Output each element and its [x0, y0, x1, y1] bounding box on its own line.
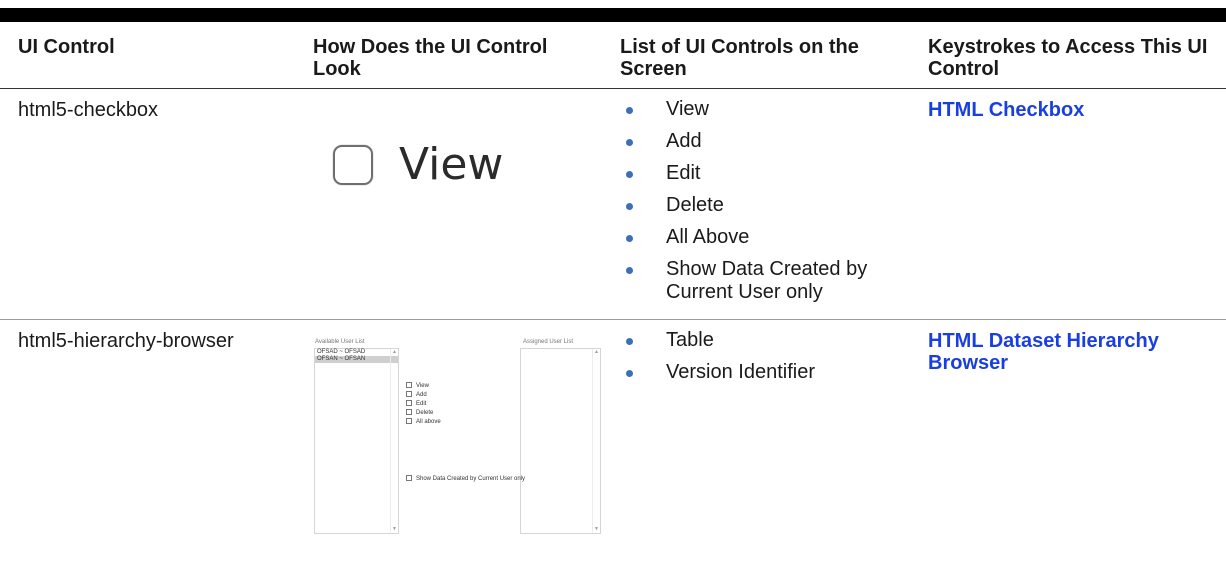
option-delete[interactable]: Delete: [406, 409, 433, 417]
list-item: Show Data Created by Current User only: [620, 258, 900, 304]
option-add[interactable]: Add: [406, 391, 427, 399]
keystroke-cell: HTML Dataset Hierarchy Browser: [910, 320, 1226, 547]
controls-list-cell: View Add Edit Delete All Above Show Data…: [602, 88, 910, 320]
checkbox-icon[interactable]: [406, 475, 412, 482]
header-list-of-controls: List of UI Controls on the Screen: [602, 22, 910, 89]
list-item: Table: [620, 329, 900, 352]
list-item: Edit: [620, 162, 900, 185]
scroll-down-icon[interactable]: ▼: [392, 527, 397, 532]
preview-cell: Available User List Assigned User List O…: [295, 320, 602, 547]
header-keystrokes: Keystrokes to Access This UI Control: [910, 22, 1226, 89]
table-row: html5-hierarchy-browser Available User L…: [0, 320, 1226, 547]
available-user-listbox[interactable]: OFSAD ~ OFSAD OFSAN ~ OFSAN ▲ ▼: [314, 348, 399, 534]
assigned-user-listbox[interactable]: ▲ ▼: [520, 348, 601, 534]
available-list-caption: Available User List: [315, 339, 365, 345]
option-label: Edit: [416, 401, 427, 407]
html-checkbox-link[interactable]: HTML Checkbox: [928, 99, 1084, 121]
list-item: Add: [620, 130, 900, 153]
ui-controls-table: UI Control How Does the UI Control Look …: [0, 22, 1226, 546]
checkbox-icon[interactable]: [406, 391, 412, 398]
option-label: Show Data Created by Current User only: [416, 476, 526, 482]
option-edit[interactable]: Edit: [406, 400, 426, 408]
option-label: Add: [416, 392, 427, 398]
list-item: View: [620, 98, 900, 121]
checkbox-icon[interactable]: [406, 418, 412, 425]
checkbox-icon[interactable]: [406, 409, 412, 416]
list-item: All Above: [620, 226, 900, 249]
header-row: UI Control How Does the UI Control Look …: [0, 22, 1226, 89]
header-ui-control: UI Control: [0, 22, 295, 89]
scroll-up-icon[interactable]: ▲: [392, 350, 397, 355]
keystroke-cell: HTML Checkbox: [910, 88, 1226, 320]
scroll-up-icon[interactable]: ▲: [594, 350, 599, 355]
scroll-down-icon[interactable]: ▼: [594, 527, 599, 532]
scrollbar[interactable]: ▲ ▼: [592, 349, 600, 533]
list-item[interactable]: OFSAD ~ OFSAD: [315, 349, 398, 356]
option-view[interactable]: View: [406, 382, 429, 390]
preview-cell: View: [295, 88, 602, 320]
list-item[interactable]: OFSAN ~ OFSAN: [315, 356, 398, 363]
table-header: UI Control How Does the UI Control Look …: [0, 22, 1226, 89]
checkbox-icon: [333, 145, 373, 185]
hierarchy-browser-preview: Available User List Assigned User List O…: [301, 330, 601, 534]
html-dataset-hierarchy-browser-link[interactable]: HTML Dataset Hierarchy Browser: [928, 330, 1159, 374]
option-all-above[interactable]: All above: [406, 418, 441, 426]
checkbox-icon[interactable]: [406, 400, 412, 407]
list-item: Delete: [620, 194, 900, 217]
checkbox-preview: View: [313, 99, 592, 289]
controls-list-cell: Table Version Identifier: [602, 320, 910, 547]
top-rule-bar: [0, 8, 1226, 22]
list-item: Version Identifier: [620, 361, 900, 384]
option-label: All above: [416, 419, 441, 425]
option-show-data-created[interactable]: Show Data Created by Current User only: [406, 475, 525, 483]
controls-list: Table Version Identifier: [620, 329, 900, 384]
header-how-look: How Does the UI Control Look: [295, 22, 602, 89]
checkbox-preview-label: View: [399, 139, 504, 190]
assigned-list-caption: Assigned User List: [523, 339, 574, 345]
controls-list: View Add Edit Delete All Above Show Data…: [620, 98, 900, 304]
control-name-cell: html5-hierarchy-browser: [18, 330, 234, 352]
option-label: Delete: [416, 410, 434, 416]
scrollbar[interactable]: ▲ ▼: [390, 349, 398, 533]
option-label: View: [416, 383, 429, 389]
checkbox-icon[interactable]: [406, 382, 412, 389]
table-row: html5-checkbox View View Add Edit Delete…: [0, 88, 1226, 320]
control-name-cell: html5-checkbox: [0, 88, 295, 320]
